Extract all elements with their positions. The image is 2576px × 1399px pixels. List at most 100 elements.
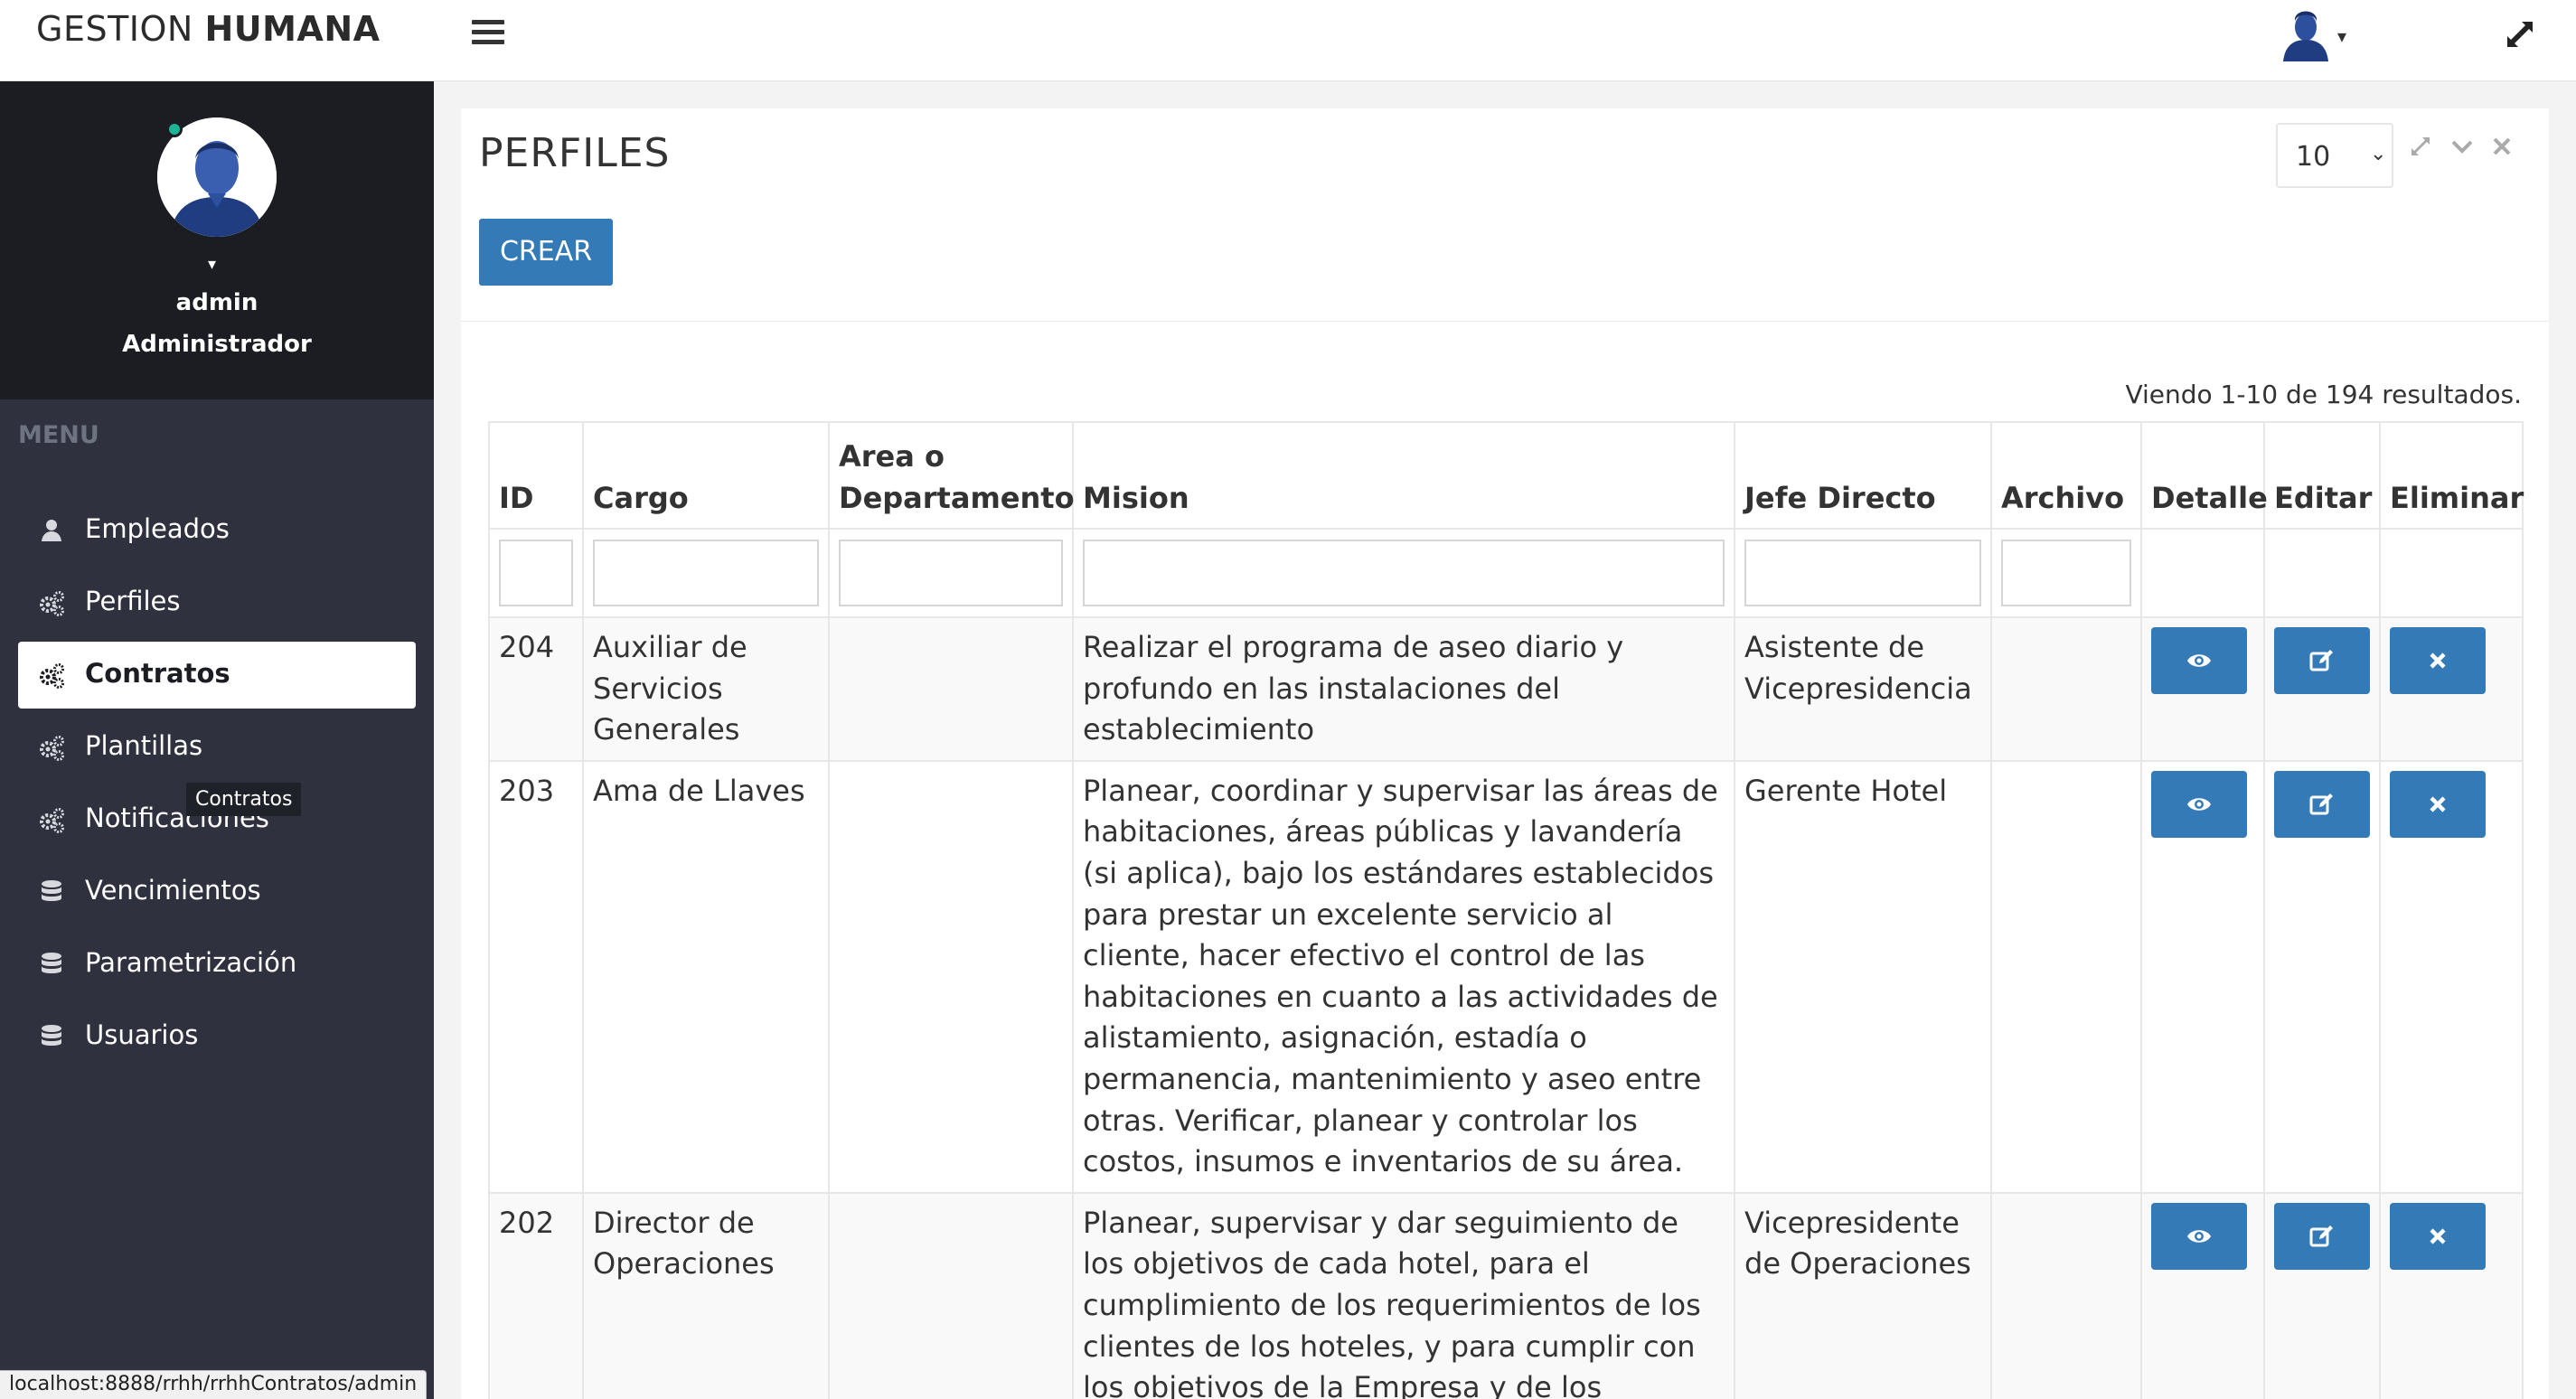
page-size-select[interactable]: 10 ⌄ [2276, 123, 2393, 188]
cell-area [828, 759, 1074, 1194]
fullscreen-icon[interactable] [2502, 16, 2538, 52]
delete-button[interactable] [2390, 627, 2486, 694]
cell-archivo [1990, 1191, 2142, 1399]
view-button[interactable] [2151, 627, 2247, 694]
column-header-id[interactable]: ID [488, 421, 584, 530]
brand-bold: HUMANA [204, 9, 381, 49]
expand-panel-icon[interactable] [2406, 132, 2435, 161]
cell-mision: Planear, coordinar y supervisar las área… [1072, 759, 1735, 1194]
cell-cargo: Ama de Llaves [582, 759, 830, 1194]
column-header-area[interactable]: Area o Departamento [828, 421, 1075, 530]
cell-archivo [1990, 616, 2142, 762]
sidebar-item-contratos[interactable]: Contratos [18, 642, 416, 709]
delete-button[interactable] [2390, 1202, 2486, 1270]
cogs-icon [40, 663, 64, 689]
tooltip: Contratos [186, 783, 302, 816]
profile-caret-icon[interactable]: ▾ [208, 255, 216, 274]
cell-cargo: Director de Operaciones [582, 1191, 830, 1399]
profile-name: admin [175, 289, 259, 316]
eye-icon [2187, 654, 2211, 667]
column-header-detalle: Detalle [2140, 421, 2268, 530]
cogs-icon [40, 808, 64, 833]
cell-jefe: Vicepresidente de Operaciones [1734, 1191, 1992, 1399]
column-header-jefe[interactable]: Jefe Directo [1734, 421, 1992, 530]
edit-button[interactable] [2274, 1202, 2370, 1270]
create-button[interactable]: CREAR [479, 219, 613, 286]
view-button[interactable] [2151, 1202, 2247, 1270]
cell-id: 203 [488, 759, 584, 1194]
column-header-editar: Editar [2263, 421, 2381, 530]
table-row: 202 Director de Operaciones Planear, sup… [488, 1191, 2524, 1399]
cogs-icon [40, 591, 64, 616]
filter-id-input[interactable] [499, 540, 573, 606]
results-summary: Viendo 1-10 de 194 resultados. [2125, 380, 2522, 409]
menu-header: MENU [18, 421, 99, 449]
filter-mision-input[interactable] [1083, 540, 1725, 606]
sidebar-item-empleados[interactable]: Empleados [18, 497, 416, 564]
edit-button[interactable] [2274, 770, 2370, 838]
edit-icon [2309, 793, 2333, 815]
sidebar-item-plantillas[interactable]: Plantillas [18, 714, 416, 781]
sidebar-item-usuarios[interactable]: Usuarios [18, 1003, 416, 1070]
database-icon [42, 880, 61, 901]
online-status-dot [166, 121, 183, 137]
cell-mision: Planear, supervisar y dar seguimiento de… [1072, 1191, 1735, 1399]
user-avatar-icon [2283, 11, 2328, 61]
page-title: PERFILES [479, 130, 671, 176]
sidebar-item-label: Empleados [85, 513, 230, 544]
sidebar-item-vencimientos[interactable]: Vencimientos [18, 859, 416, 925]
cell-area [828, 616, 1074, 762]
sidebar-item-parametrizacion[interactable]: Parametrización [18, 931, 416, 998]
profile-role: Administrador [122, 331, 312, 358]
browser-status-url: localhost:8888/rrhh/rrhhContratos/admin [0, 1370, 428, 1399]
table-row: 203 Ama de Llaves Planear, coordinar y s… [488, 759, 2524, 1194]
cell-jefe: Asistente de Vicepresidencia [1734, 616, 1992, 762]
sidebar-item-label: Contratos [85, 658, 230, 689]
top-navbar: GESTION HUMANA ▾ [0, 0, 2576, 81]
filter-area-input[interactable] [839, 540, 1063, 606]
menu-toggle-icon[interactable] [472, 20, 504, 47]
database-icon [42, 1025, 61, 1046]
user-menu-button[interactable]: ▾ [2278, 5, 2359, 61]
sidebar-item-label: Plantillas [85, 730, 203, 761]
column-header-eliminar: Eliminar [2379, 421, 2524, 530]
column-header-archivo[interactable]: Archivo [1990, 421, 2142, 530]
chevron-down-icon: ▾ [2337, 25, 2347, 47]
panel-header: PERFILES 10 ⌄ CREAR [461, 108, 2549, 322]
sidebar-item-perfiles[interactable]: Perfiles [18, 569, 416, 636]
column-header-cargo[interactable]: Cargo [582, 421, 830, 530]
cell-mision: Realizar el programa de aseo diario y pr… [1072, 616, 1735, 762]
profiles-table: ID Cargo Area o Departamento Mision Jefe… [488, 421, 2524, 1399]
table-header-row: ID Cargo Area o Departamento Mision Jefe… [488, 421, 2524, 530]
edit-icon [2309, 1225, 2333, 1247]
user-icon [42, 520, 61, 541]
close-icon [2430, 1228, 2446, 1244]
delete-button[interactable] [2390, 770, 2486, 838]
edit-button[interactable] [2274, 627, 2370, 694]
filter-jefe-input[interactable] [1744, 540, 1981, 606]
view-button[interactable] [2151, 770, 2247, 838]
close-panel-icon[interactable] [2487, 132, 2516, 161]
database-icon [42, 953, 61, 973]
filter-archivo-input[interactable] [2001, 540, 2131, 606]
filter-row [488, 528, 2524, 618]
edit-icon [2309, 650, 2333, 671]
cogs-icon [40, 736, 64, 761]
sidebar-item-label: Parametrización [85, 947, 297, 978]
collapse-panel-icon[interactable] [2448, 132, 2477, 161]
filter-cargo-input[interactable] [593, 540, 819, 606]
column-header-mision[interactable]: Mision [1072, 421, 1735, 530]
main-panel: PERFILES 10 ⌄ CREAR Viendo 1-10 de 194 r… [461, 108, 2549, 1399]
eye-icon [2187, 1229, 2211, 1243]
page-size-value: 10 [2296, 141, 2331, 173]
cell-area [828, 1191, 1074, 1399]
cell-archivo [1990, 759, 2142, 1194]
cell-id: 202 [488, 1191, 584, 1399]
app-brand[interactable]: GESTION HUMANA [36, 9, 381, 49]
close-icon [2430, 796, 2446, 812]
cell-jefe: Gerente Hotel [1734, 759, 1992, 1194]
profile-box: ▾ admin Administrador [0, 81, 434, 399]
table-row: 204 Auxiliar de Servicios Generales Real… [488, 616, 2524, 762]
sidebar-item-label: Usuarios [85, 1019, 199, 1050]
sidebar: ▾ admin Administrador MENU Empleados Per… [0, 81, 434, 1399]
